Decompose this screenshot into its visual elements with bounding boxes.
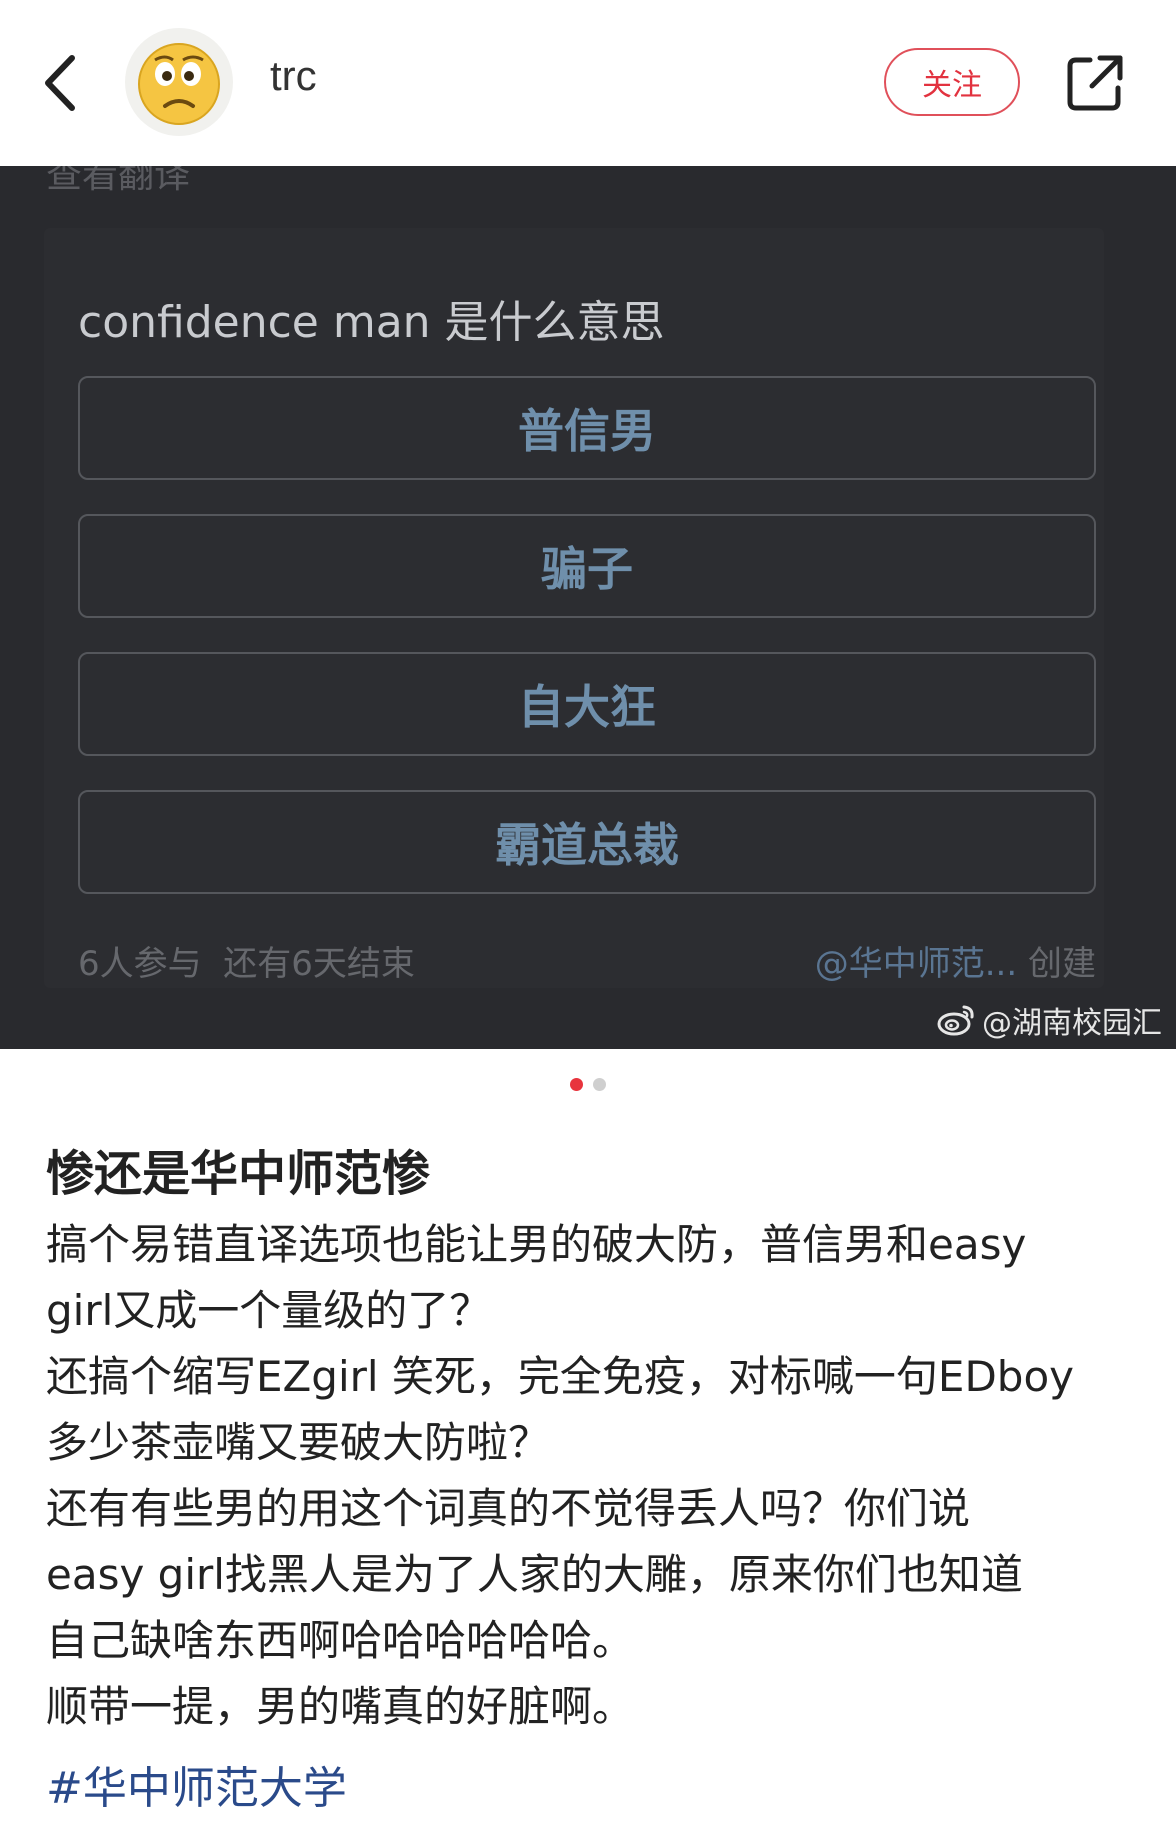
hashtag-link[interactable]: #华中师范大学 [46,1752,347,1816]
post-header: trc 关注 [0,0,1176,166]
post-body-line: easy girl找黑人是为了人家的大雕，原来你们也知道 [46,1550,1023,1599]
weibo-watermark: @湖南校园汇 [936,998,1162,1042]
poll-option[interactable]: 骗子 [78,514,1096,618]
post-body-line: 自己缺啥东西啊哈哈哈哈哈哈。 [46,1616,635,1665]
creator-mention: @华中师范... [814,944,1018,984]
post-image[interactable]: 查看翻译 confidence man 是什么意思 普信男 骗子 自大狂 霸道总… [0,166,1176,1049]
username[interactable]: trc [270,52,317,100]
post-body-line: 多少茶壶嘴又要破大防啦？ [46,1418,551,1467]
share-icon [1067,55,1123,111]
translate-hint: 查看翻译 [46,166,191,196]
poll-participation: 6人参与 还有6天结束 [78,944,415,984]
post-body-line: girl又成一个量级的了？ [46,1286,492,1335]
post-title: 惨还是华中师范惨 [46,1146,431,1202]
follow-button[interactable]: 关注 [884,48,1020,116]
creator-suffix: 创建 [1017,944,1096,984]
image-pagination [0,1078,1176,1091]
post-body-line: 搞个易错直译选项也能让男的破大防，普信男和easy [46,1220,1027,1269]
poll-option[interactable]: 自大狂 [78,652,1096,756]
poll-option[interactable]: 普信男 [78,376,1096,480]
avatar[interactable] [125,28,233,136]
chevron-left-icon [45,55,75,111]
post-body: 搞个易错直译选项也能让男的破大防，普信男和easy girl又成一个量级的了？ … [46,1212,1146,1740]
post-body-line: 还搞个缩写EZgirl 笑死，完全免疫，对标喊一句EDboy [46,1352,1075,1401]
share-button[interactable] [1064,50,1128,114]
poll-option[interactable]: 霸道总裁 [78,790,1096,894]
emoji-worried-face-icon [138,43,220,125]
poll-question: confidence man 是什么意思 [78,297,665,348]
weibo-icon [937,1005,974,1036]
pagination-dot[interactable] [593,1078,606,1091]
post-body-line: 顺带一提，男的嘴真的好脏啊。 [46,1682,635,1731]
watermark-text: @湖南校园汇 [982,1006,1162,1041]
pagination-dot-active[interactable] [570,1078,583,1091]
poll-creator: @华中师范... 创建 [815,936,1096,985]
post-body-line: 还有有些男的用这个词真的不觉得丢人吗？你们说 [46,1484,971,1533]
back-button[interactable] [38,48,88,118]
